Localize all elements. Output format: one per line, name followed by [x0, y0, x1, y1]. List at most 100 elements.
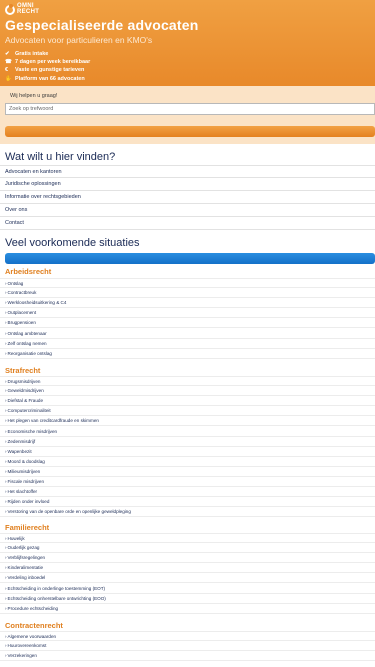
- nav-item-over-ons[interactable]: Over ons: [0, 204, 375, 217]
- usp-list: ✔ Gratis intake ☎ 7 dagen per week berei…: [5, 50, 90, 83]
- situation-link[interactable]: › Ontslag ambtenaar: [0, 328, 375, 339]
- chevron-right-icon: ›: [5, 310, 7, 316]
- situation-link[interactable]: › Moord & doodslag: [0, 457, 375, 467]
- situations-title: Veel voorkomende situaties: [5, 237, 140, 249]
- situation-link[interactable]: › Huwelijk: [0, 533, 375, 544]
- chevron-right-icon: ›: [5, 468, 7, 474]
- situation-link[interactable]: › Wapenbezit: [0, 447, 375, 457]
- chevron-right-icon: ›: [5, 350, 7, 356]
- find-nav-list: Advocaten en kantoren Juridische oplossi…: [0, 165, 375, 230]
- situation-link[interactable]: › Het plegen van creditcardfraude en skim…: [0, 416, 375, 427]
- situation-link[interactable]: › Reorganisatie ontslag: [0, 349, 375, 359]
- phone-icon: ☎: [5, 59, 12, 66]
- category-list-strafrecht: › Drugsmisdrijven › Geweldmisdrijven › Dief…: [0, 376, 375, 518]
- situation-link[interactable]: › Outplacement: [0, 308, 375, 319]
- situation-link[interactable]: › Geweldmisdrijven: [0, 386, 375, 397]
- chevron-right-icon: ›: [5, 575, 7, 581]
- usp-item: € Vaste en gunstige tarieven: [5, 66, 90, 74]
- chevron-right-icon: ›: [5, 290, 7, 296]
- situation-link[interactable]: › Ontslag: [0, 278, 375, 289]
- situation-link[interactable]: › Drugsmisdrijven: [0, 376, 375, 387]
- handshake-icon: ✋: [5, 75, 12, 82]
- usp-label: Platform van 66 advocaten: [15, 75, 85, 82]
- chevron-right-icon: ›: [5, 408, 7, 414]
- chevron-right-icon: ›: [5, 330, 7, 336]
- hero-header: OMNI RECHT Gespecialiseerde advocaten Ad…: [0, 0, 375, 86]
- situation-link[interactable]: › Verblijfsregelingen: [0, 553, 375, 564]
- chevron-right-icon: ›: [5, 545, 7, 551]
- situation-link[interactable]: › Fiscale misdrijven: [0, 477, 375, 488]
- chevron-right-icon: ›: [5, 535, 7, 541]
- chevron-right-icon: ›: [5, 418, 7, 424]
- usp-label: Vaste en gunstige tarieven: [15, 67, 85, 74]
- chevron-right-icon: ›: [5, 499, 7, 505]
- page-subtitle: Advocaten voor particulieren en KMO's: [5, 35, 153, 45]
- chevron-right-icon: ›: [5, 280, 7, 286]
- situation-link[interactable]: › Verstoring van de openbare orde en open…: [0, 507, 375, 518]
- nav-item-contact[interactable]: Contact: [0, 217, 375, 230]
- situation-link[interactable]: › Werkloosheidsuitkering & C4: [0, 298, 375, 309]
- situation-link[interactable]: › Brugpensioen: [0, 318, 375, 329]
- situation-link[interactable]: › Computercriminaliteit: [0, 406, 375, 417]
- chevron-right-icon: ›: [5, 565, 7, 571]
- situation-link[interactable]: › Zelf ontslag nemen: [0, 339, 375, 349]
- logo-text-bottom: RECHT: [17, 8, 40, 15]
- chevron-right-icon: ›: [5, 340, 7, 346]
- situation-link[interactable]: › Procedure echtscheiding: [0, 604, 375, 614]
- usp-label: Gratis intake: [15, 51, 49, 58]
- nav-item-rechtsgebieden[interactable]: Informatie over rechtsgebieden: [0, 191, 375, 204]
- page-title: Gespecialiseerde advocaten: [5, 17, 199, 33]
- situation-link[interactable]: › Echtscheiding in onderlinge toestemming…: [0, 583, 375, 594]
- nav-item-advocaten[interactable]: Advocaten en kantoren: [0, 165, 375, 178]
- category-title-familierecht: Familierecht: [5, 523, 50, 532]
- chevron-right-icon: ›: [5, 448, 7, 454]
- situations-select-bar[interactable]: [5, 253, 375, 264]
- chevron-right-icon: ›: [5, 398, 7, 404]
- situation-link[interactable]: › Milieumisdrijven: [0, 467, 375, 477]
- chevron-right-icon: ›: [5, 378, 7, 384]
- chevron-right-icon: ›: [5, 458, 7, 464]
- search-input[interactable]: [5, 103, 375, 115]
- chevron-right-icon: ›: [5, 643, 7, 649]
- category-list-contractenrecht: › Algemene voorwaarden › Huurovereenkomst …: [0, 631, 375, 662]
- category-list-familierecht: › Huwelijk › Ouderlijk gezag › Verblijfsreg…: [0, 533, 375, 614]
- usp-label: 7 dagen per week bereikbaar: [15, 59, 91, 66]
- chevron-right-icon: ›: [5, 595, 7, 601]
- situation-link[interactable]: › Echtscheiding onherstelbare ontwrichtin…: [0, 594, 375, 604]
- chevron-right-icon: ›: [5, 300, 7, 306]
- search-button[interactable]: [5, 126, 375, 137]
- chevron-right-icon: ›: [5, 489, 7, 495]
- situation-link[interactable]: › Verdeling inboedel: [0, 573, 375, 584]
- chevron-right-icon: ›: [5, 478, 7, 484]
- euro-icon: €: [5, 67, 9, 74]
- chevron-right-icon: ›: [5, 320, 7, 326]
- situation-link[interactable]: › Huurovereenkomst: [0, 641, 375, 652]
- situation-link[interactable]: › Economische misdrijven: [0, 426, 375, 437]
- usp-item: ✔ Gratis intake: [5, 50, 90, 58]
- chevron-right-icon: ›: [5, 438, 7, 444]
- usp-item: ✋ Platform van 66 advocaten: [5, 75, 90, 83]
- situation-link[interactable]: › Kinderalimentatie: [0, 563, 375, 574]
- situation-link[interactable]: › Diefstal & Fraude: [0, 396, 375, 407]
- check-icon: ✔: [5, 51, 10, 58]
- chevron-right-icon: ›: [5, 388, 7, 394]
- situation-link[interactable]: › Het slachtoffer: [0, 487, 375, 498]
- usp-item: ☎ 7 dagen per week bereikbaar: [5, 58, 90, 66]
- situation-link[interactable]: › Verzekeringen: [0, 651, 375, 662]
- situation-link[interactable]: › Algemene voorwaarden: [0, 631, 375, 642]
- omnirecht-logo[interactable]: OMNI RECHT: [5, 3, 39, 16]
- category-list-arbeidsrecht: › Ontslag › Contractbreuk › Werkloosheidsui…: [0, 278, 375, 359]
- search-label: Wij helpen u graag!: [10, 93, 58, 99]
- situation-link[interactable]: › Ouderlijk gezag: [0, 543, 375, 554]
- chevron-right-icon: ›: [5, 428, 7, 434]
- chevron-right-icon: ›: [5, 509, 7, 515]
- chevron-right-icon: ›: [5, 653, 7, 659]
- category-title-arbeidsrecht: Arbeidsrecht: [5, 267, 52, 276]
- find-section-title: Wat wilt u hier vinden?: [5, 151, 116, 163]
- nav-item-oplossingen[interactable]: Juridische oplossingen: [0, 178, 375, 191]
- chevron-right-icon: ›: [5, 585, 7, 591]
- situation-link[interactable]: › Rijden onder invloed: [0, 497, 375, 508]
- situation-link[interactable]: › Contractbreuk: [0, 288, 375, 299]
- category-title-contractenrecht: Contractenrecht: [5, 621, 63, 630]
- situation-link[interactable]: › Zedenmisdrijf: [0, 437, 375, 447]
